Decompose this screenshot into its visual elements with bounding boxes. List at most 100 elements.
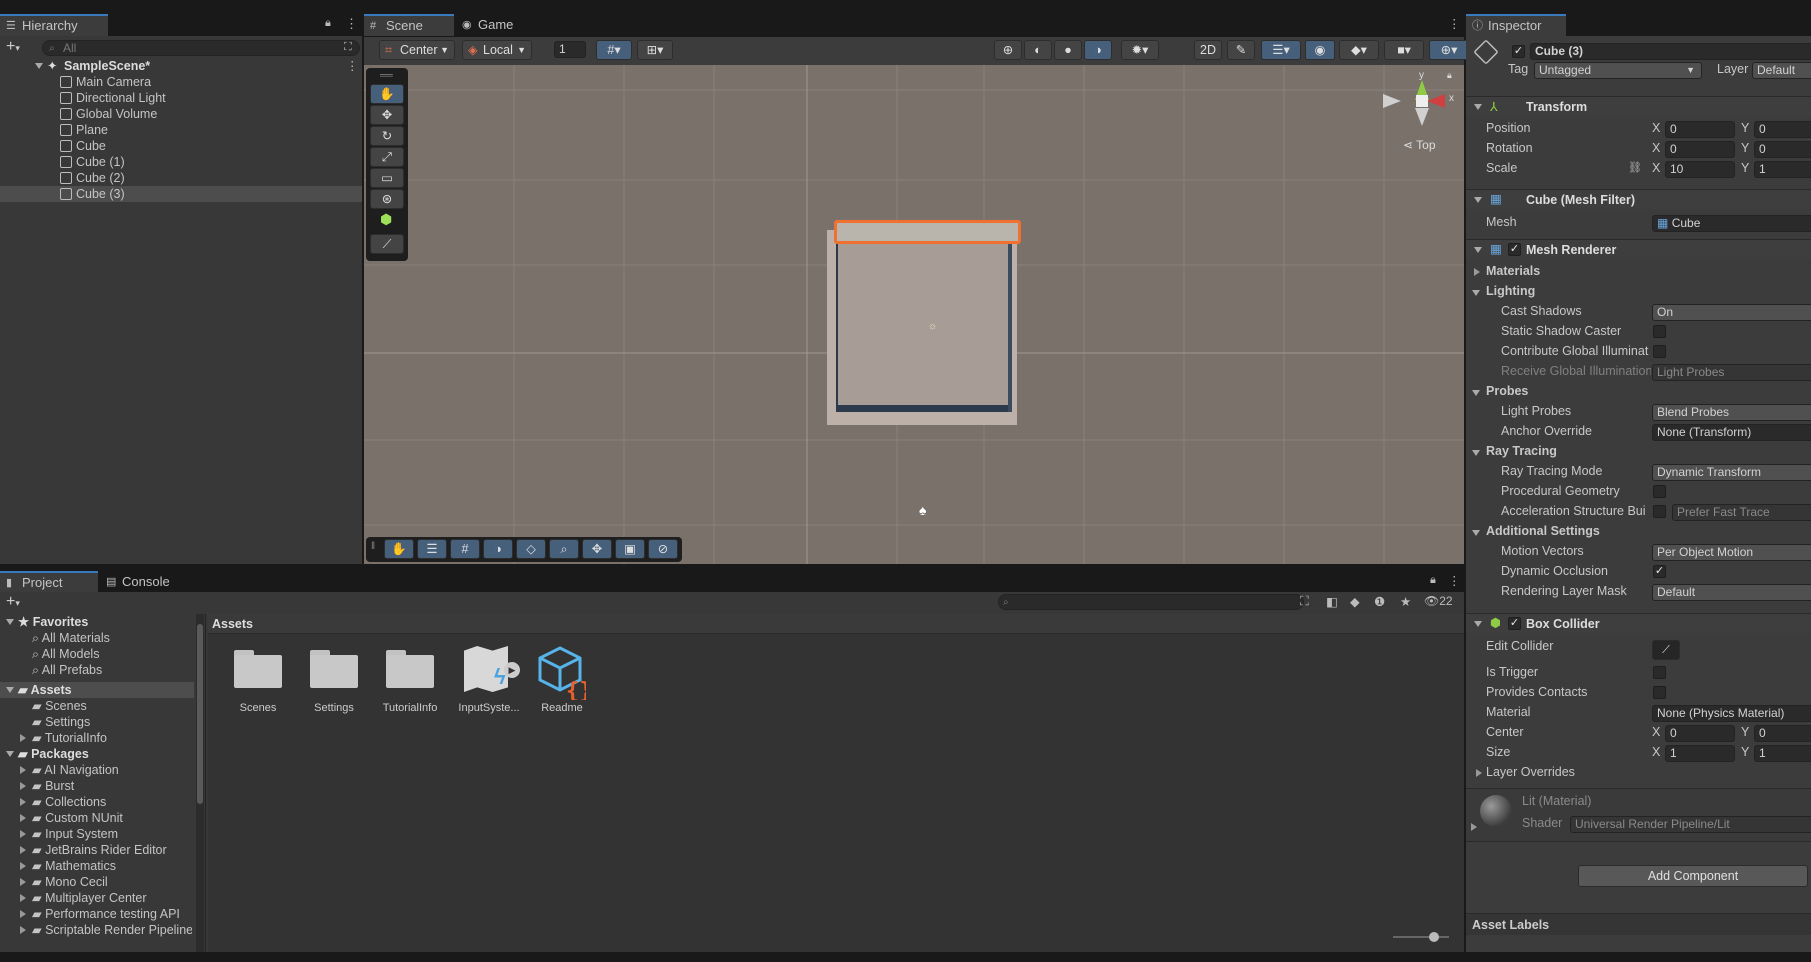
visible-packages-count[interactable]: 👁︎22 <box>1424 594 1453 608</box>
rotation-y-field[interactable]: 0 <box>1754 141 1811 158</box>
collapsed-arrow-icon[interactable] <box>20 798 26 806</box>
package-item[interactable]: ▰ Scriptable Render Pipeline <box>32 922 192 938</box>
pivot-dropdown[interactable]: ⌗ Center ▼ <box>379 40 455 60</box>
layer-dropdown[interactable]: Default <box>1752 62 1811 79</box>
draw-mode-button[interactable]: ⊕ <box>994 40 1022 60</box>
tab-inspector[interactable]: ⓘ Inspector <box>1466 14 1566 36</box>
asset-item[interactable]: {} Readme <box>532 646 592 720</box>
mesh-filter-header[interactable]: ▦ Cube (Mesh Filter) <box>1466 189 1811 209</box>
ray-tracing-foldout[interactable]: Ray Tracing <box>1486 443 1557 460</box>
shaded-button[interactable]: ● <box>1054 40 1082 60</box>
anchor-override-field[interactable]: None (Transform) <box>1652 424 1811 441</box>
hierarchy-item[interactable]: Cube (1) <box>60 154 125 170</box>
light-probes-dropdown[interactable]: Blend Probes <box>1652 404 1811 421</box>
overlay-pivot-button[interactable]: ✥ <box>582 539 612 559</box>
scale-x-field[interactable]: 10 <box>1665 161 1735 178</box>
contribute-gi-checkbox[interactable] <box>1653 345 1666 358</box>
size-x-field[interactable]: 1 <box>1665 745 1735 762</box>
scene-viewport[interactable]: ☼ ♠ ══ ✋ ✥ ↻ ⤢ ▭ ⊛ ⬢ ⟋ y x 🔒︎ ⋖ Top ‖ ✋ … <box>364 65 1464 564</box>
tree-scrollbar[interactable] <box>196 614 204 952</box>
favorite-item[interactable]: ⌕ All Models <box>32 646 99 662</box>
tab-hierarchy[interactable]: ☰ Hierarchy <box>0 14 108 36</box>
breadcrumb-assets[interactable]: Assets <box>212 617 253 631</box>
space-dropdown[interactable]: ◈ Local ▼ <box>462 40 532 60</box>
rotation-x-field[interactable]: 0 <box>1665 141 1735 158</box>
hierarchy-item-selected[interactable]: Cube (3) <box>60 186 125 202</box>
hierarchy-item[interactable]: Directional Light <box>60 90 166 106</box>
size-y-field[interactable]: 1 <box>1754 745 1811 762</box>
overlay-layers-button[interactable]: ◇ <box>516 539 546 559</box>
collapsed-arrow-icon[interactable] <box>20 734 26 742</box>
collider-tool-icon[interactable]: ⬢ <box>380 211 392 228</box>
collapsed-arrow-icon[interactable] <box>1474 268 1480 276</box>
view-label[interactable]: ⋖ Top <box>1403 138 1436 152</box>
mesh-renderer-header[interactable]: ▦ ✓ Mesh Renderer <box>1466 239 1811 259</box>
collapsed-arrow-icon[interactable] <box>20 782 26 790</box>
visibility-toggle[interactable]: ◉ <box>1305 40 1335 60</box>
shaded-wire-button[interactable]: ◐ <box>1024 40 1052 60</box>
package-item[interactable]: ▰ Multiplayer Center <box>32 890 147 906</box>
package-item[interactable]: ▰ Collections <box>32 794 106 810</box>
collapsed-arrow-icon[interactable] <box>20 862 26 870</box>
overlay-move-button[interactable]: ☰ <box>417 539 447 559</box>
overlay-grid-button[interactable]: # <box>450 539 480 559</box>
tree-scrollbar-thumb[interactable] <box>197 624 203 804</box>
tab-scene[interactable]: # Scene <box>364 14 454 36</box>
overlay-camera-button[interactable]: ▣ <box>615 539 645 559</box>
overlay-search-button[interactable]: ⌕ <box>549 539 579 559</box>
lighting-foldout[interactable]: Lighting <box>1486 283 1535 300</box>
shader-dropdown[interactable]: Universal Render Pipeline/Lit <box>1570 816 1811 833</box>
tab-project[interactable]: ▮ Project <box>0 571 98 593</box>
hierarchy-item[interactable]: Global Volume <box>60 106 157 122</box>
cast-shadows-dropdown[interactable]: On <box>1652 304 1811 321</box>
active-checkbox[interactable]: ✓ <box>1512 45 1525 58</box>
hierarchy-search-input[interactable]: ⌕ All <box>42 40 360 56</box>
rotate-tool-button[interactable]: ↻ <box>370 126 404 146</box>
transform-header[interactable]: ⅄ Transform <box>1466 96 1811 116</box>
hierarchy-more-icon[interactable]: ⋮ <box>345 16 358 32</box>
probes-foldout[interactable]: Probes <box>1486 383 1528 400</box>
overlay-hand-button[interactable]: ✋ <box>384 539 414 559</box>
is-trigger-checkbox[interactable] <box>1653 666 1666 679</box>
project-search-input[interactable]: ⌕ <box>998 594 1304 610</box>
asset-folder[interactable]: ▰ Settings <box>32 714 90 730</box>
overlay-drag-handle-icon[interactable]: ‖ <box>371 541 375 552</box>
asset-folder[interactable]: ▰ Scenes <box>32 698 87 714</box>
tab-game[interactable]: ◉ Game <box>456 14 536 36</box>
material-section[interactable]: Lit (Material) Shader Universal Render P… <box>1466 788 1811 842</box>
debug-draw-button[interactable]: ✹▾ <box>1121 40 1159 60</box>
object-name-field[interactable]: Cube (3) <box>1530 43 1811 60</box>
scene-root-row[interactable]: ✦ SampleScene* ⋮ <box>0 58 362 74</box>
orientation-gizmo[interactable]: y x 🔒︎ ⋖ Top <box>1379 70 1459 160</box>
palette-drag-handle-icon[interactable]: ══ <box>380 70 393 80</box>
box-collider-header[interactable]: ⬢ ✓ Box Collider <box>1466 613 1811 633</box>
move-tool-button[interactable]: ✥ <box>370 105 404 125</box>
ray-tracing-mode-dropdown[interactable]: Dynamic Transform <box>1652 464 1811 481</box>
hierarchy-item[interactable]: Cube <box>60 138 106 154</box>
scene-more-icon[interactable]: ⋮ <box>1448 16 1461 31</box>
edit-collider-button[interactable]: ⟋ <box>1652 640 1680 660</box>
tag-dropdown[interactable]: Untagged ▼ <box>1534 62 1702 79</box>
scene-more-icon[interactable]: ⋮ <box>346 58 359 74</box>
asset-item[interactable]: ϟ ▶ InputSyste... <box>456 646 522 720</box>
package-item[interactable]: ▰ Mono Cecil <box>32 874 108 890</box>
collapsed-arrow-icon[interactable] <box>20 894 26 902</box>
position-x-field[interactable]: 0 <box>1665 121 1735 138</box>
filter-label-icon[interactable]: ◆ <box>1350 594 1360 609</box>
collapsed-arrow-icon[interactable] <box>20 830 26 838</box>
edit-collider-tool-button[interactable]: ⟋ <box>370 234 404 254</box>
gizmo-lock-icon[interactable]: 🔒︎ <box>1447 70 1452 81</box>
collapsed-arrow-icon[interactable] <box>20 926 26 934</box>
gizmo-center-cube[interactable] <box>1416 95 1428 107</box>
project-more-icon[interactable]: ⋮ <box>1448 573 1461 588</box>
collapsed-arrow-icon[interactable] <box>20 846 26 854</box>
hierarchy-item[interactable]: Plane <box>60 122 108 138</box>
hand-tool-button[interactable]: ✋ <box>370 84 404 104</box>
lighting-toggle[interactable]: ✎ <box>1227 40 1255 60</box>
dynamic-occlusion-checkbox[interactable]: ✓ <box>1653 565 1666 578</box>
favorite-item[interactable]: ⌕ All Materials <box>32 630 110 646</box>
collapsed-arrow-icon[interactable] <box>1476 769 1482 777</box>
asset-labels-bar[interactable]: Asset Labels <box>1466 913 1811 935</box>
scale-y-field[interactable]: 1 <box>1754 161 1811 178</box>
package-item[interactable]: ▰ Performance testing API <box>32 906 180 922</box>
